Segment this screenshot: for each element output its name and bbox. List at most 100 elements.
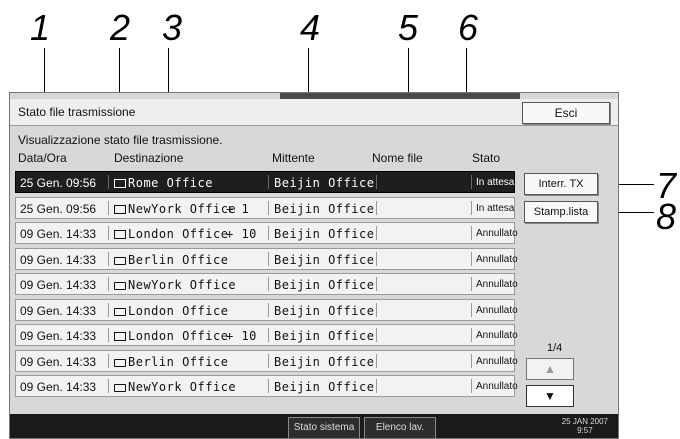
column-divider — [471, 379, 472, 393]
table-row[interactable]: 09 Gen. 14:33 Berlin Office Beijin Office A… — [15, 349, 518, 372]
column-divider — [471, 302, 472, 317]
column-divider — [268, 353, 269, 368]
column-divider — [471, 328, 472, 342]
column-divider — [108, 251, 109, 266]
column-header-status: Stato — [472, 151, 501, 165]
column-divider — [108, 226, 109, 240]
callout-3: 3 — [162, 7, 183, 48]
column-divider — [268, 328, 269, 342]
row-date: 09 Gen. 14:33 — [20, 252, 97, 267]
row-destination: Rome Office — [114, 176, 213, 190]
print-list-button[interactable]: Stamp.lista — [524, 201, 598, 223]
column-divider — [376, 302, 377, 317]
row-date: 25 Gen. 09:56 — [20, 176, 97, 190]
column-divider — [471, 175, 472, 189]
row-status: Annullato — [476, 381, 518, 392]
folder-icon — [114, 358, 126, 367]
column-divider — [471, 251, 472, 266]
document-icon — [114, 204, 126, 214]
table-row[interactable]: 25 Gen. 09:56 NewYork Office + 1 Beijin Off… — [15, 196, 515, 219]
scroll-up-button[interactable]: ▲ — [526, 358, 574, 380]
up-arrow-icon: ▲ — [544, 362, 556, 376]
callout-2: 2 — [110, 7, 131, 48]
row-date: 25 Gen. 09:56 — [20, 201, 97, 216]
transmission-status-screen: Stato file trasmissione Esci Visualizzaz… — [9, 92, 619, 439]
column-divider — [268, 302, 269, 317]
row-destination: Berlin Office — [114, 253, 228, 267]
table-row[interactable]: 25 Gen. 09:56 Rome Office Beijin Office In … — [15, 171, 515, 193]
folder-icon — [114, 384, 126, 392]
column-divider — [268, 277, 269, 291]
column-divider — [376, 226, 377, 240]
table-row[interactable]: 09 Gen. 14:33 Berlin Office Beijin Office A… — [15, 247, 518, 270]
row-sender: Beijin Office — [274, 176, 375, 190]
column-divider — [108, 277, 109, 291]
row-date: 09 Gen. 14:33 — [20, 380, 97, 394]
date-time-display: 25 JAN 2007 9:57 — [562, 417, 608, 435]
exit-button[interactable]: Esci — [522, 102, 610, 124]
row-destination: NewYork Office — [114, 202, 236, 216]
column-divider — [268, 226, 269, 240]
scroll-down-button[interactable]: ▼ — [526, 385, 574, 407]
column-divider — [108, 353, 109, 368]
row-sender: Beijin Office — [274, 303, 375, 318]
column-divider — [108, 302, 109, 317]
column-divider — [376, 175, 377, 189]
table-row[interactable]: 09 Gen. 14:33 London Office Beijin Office A… — [15, 298, 518, 321]
interrupt-tx-button[interactable]: Interr. TX — [524, 173, 598, 195]
row-sender: Beijin Office — [274, 201, 375, 216]
row-sender: Beijin Office — [274, 252, 375, 267]
callout-1: 1 — [30, 7, 51, 48]
callout-4: 4 — [300, 7, 321, 48]
folder-icon — [114, 307, 126, 316]
row-sender: Beijin Office — [274, 354, 375, 369]
column-divider — [108, 379, 109, 393]
column-divider — [376, 328, 377, 342]
callout-5: 5 — [398, 7, 419, 48]
subtitle: Visualizzazione stato file trasmissione. — [18, 133, 223, 147]
header-bar: Stato file trasmissione Esci — [10, 99, 618, 126]
callout-6: 6 — [458, 7, 479, 48]
table-row[interactable]: 09 Gen. 14:33 NewYork Office Beijin Office… — [15, 375, 518, 397]
row-date: 09 Gen. 14:33 — [20, 329, 97, 343]
column-header-date: Data/Ora — [18, 151, 67, 165]
table-row[interactable]: 09 Gen. 14:33 London Office + 10 Beijin Off… — [15, 324, 518, 346]
row-destination: London Office — [114, 304, 228, 318]
job-list-button[interactable]: Elenco lav. — [364, 417, 436, 438]
page-indicator: 1/4 — [547, 342, 563, 354]
table-row[interactable]: 09 Gen. 14:33 NewYork Office Beijin Office… — [15, 273, 518, 295]
row-status: Annullato — [476, 253, 518, 265]
row-extra-count: + 10 — [226, 329, 257, 343]
row-status: In attesa — [476, 177, 515, 188]
column-divider — [376, 379, 377, 393]
row-destination-label: London Office — [128, 303, 229, 318]
column-divider — [376, 200, 377, 215]
row-sender: Beijin Office — [274, 329, 375, 343]
row-destination-label: Berlin Office — [128, 252, 229, 267]
row-destination: London Office — [114, 227, 228, 241]
page-title: Stato file trasmissione — [18, 105, 136, 119]
row-destination: Berlin Office — [114, 355, 228, 369]
row-destination-label: London Office — [128, 227, 229, 241]
row-destination-label: NewYork Office — [128, 201, 237, 216]
column-divider — [268, 200, 269, 215]
row-destination-label: Rome Office — [128, 176, 213, 190]
column-divider — [268, 251, 269, 266]
row-destination-label: NewYork Office — [128, 380, 237, 394]
time-display: 9:57 — [577, 426, 593, 435]
column-divider — [376, 277, 377, 291]
row-status: Annullato — [476, 228, 518, 239]
column-divider — [108, 328, 109, 342]
column-divider — [108, 200, 109, 215]
column-header-sender: Mittente — [272, 151, 315, 165]
row-date: 09 Gen. 14:33 — [20, 227, 97, 241]
down-arrow-icon: ▼ — [544, 389, 556, 403]
system-status-button[interactable]: Stato sistema — [288, 417, 360, 438]
row-status: In attesa — [476, 202, 515, 214]
column-divider — [471, 353, 472, 368]
row-extra-count: + 10 — [226, 227, 257, 241]
row-status: Annullato — [476, 355, 518, 367]
row-extra-count: + 1 — [226, 201, 250, 216]
column-divider — [471, 277, 472, 291]
table-row[interactable]: 09 Gen. 14:33 London Office + 10 Beijin Off… — [15, 222, 518, 244]
